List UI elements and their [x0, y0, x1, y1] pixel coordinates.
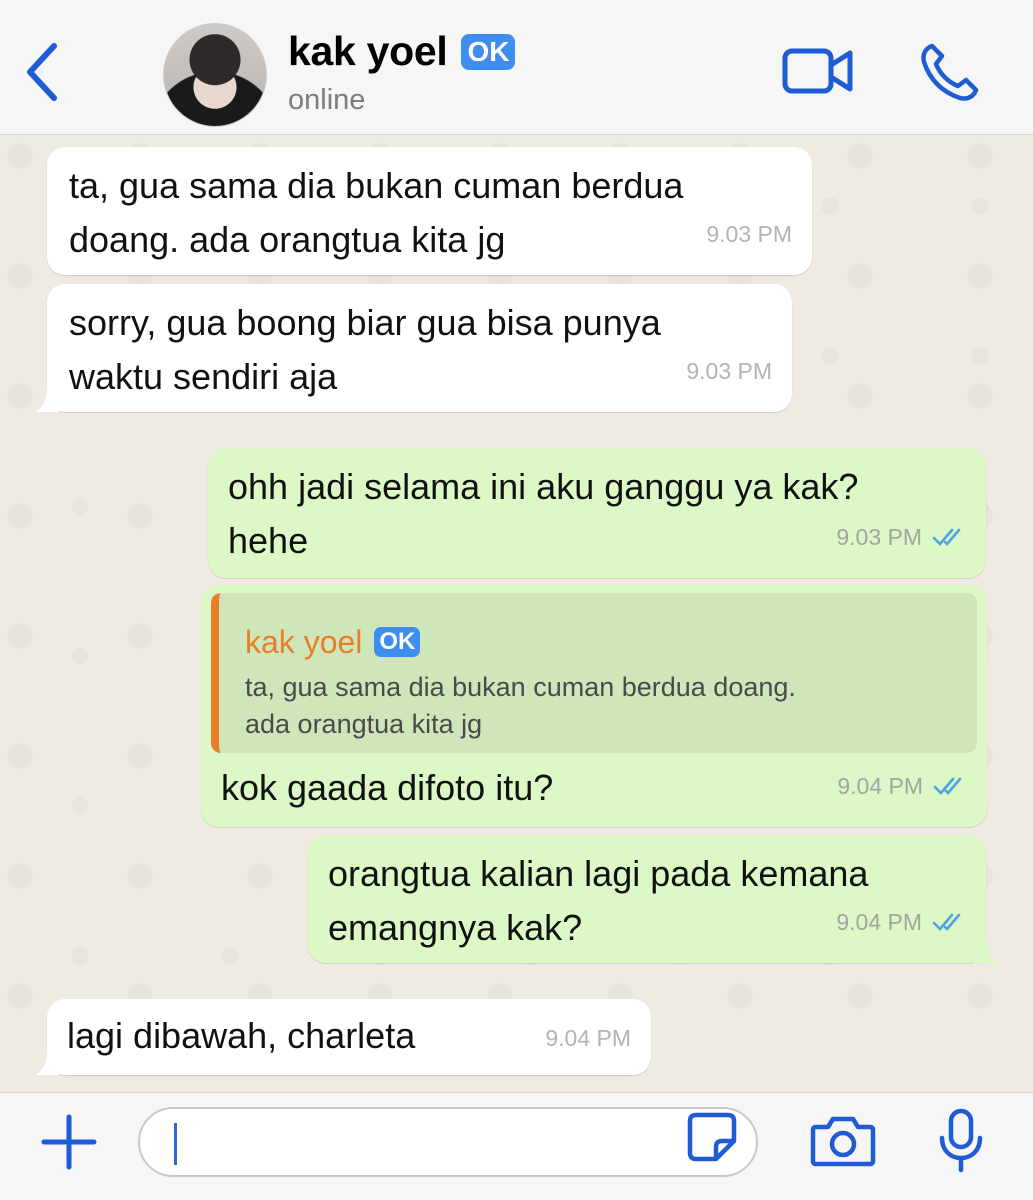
contact-status: online — [288, 84, 366, 116]
message-bubble-incoming[interactable]: lagi dibawah, charleta 9.04 PM — [35, 999, 651, 1075]
plus-icon[interactable] — [40, 1113, 98, 1171]
video-call-icon[interactable] — [782, 45, 854, 97]
phone-call-icon[interactable] — [918, 42, 980, 102]
message-bubble-outgoing[interactable]: orangtua kalian lagi pada kemana emangny… — [308, 835, 998, 963]
double-check-read-icon — [932, 913, 961, 931]
quoted-text: ta, gua sama dia bukan cuman berdua doan… — [245, 672, 796, 739]
contact-name-row[interactable]: kak yoel OK — [288, 28, 516, 75]
sticker-icon[interactable] — [686, 1111, 738, 1163]
quoted-message[interactable]: kak yoel OK ta, gua sama dia bukan cuman… — [211, 593, 977, 753]
message-time: 9.03 PM — [836, 524, 922, 550]
avatar[interactable] — [163, 23, 267, 127]
message-text: sorry, gua boong biar gua bisa punya wak… — [69, 302, 661, 397]
chat-header: kak yoel OK online — [0, 0, 1033, 135]
message-bubble-outgoing-reply[interactable]: kak yoel OK ta, gua sama dia bukan cuman… — [201, 585, 987, 827]
text-caret — [174, 1123, 177, 1165]
bubble-tail — [974, 937, 998, 963]
chat-area[interactable]: ta, gua sama dia bukan cuman berdua doan… — [0, 136, 1033, 1092]
composer-bar — [0, 1092, 1033, 1200]
microphone-icon[interactable] — [938, 1108, 984, 1174]
quoted-sender-name: kak yoel — [245, 624, 363, 660]
message-time: 9.04 PM — [837, 773, 923, 799]
message-bubble-incoming[interactable]: sorry, gua boong biar gua bisa punya wak… — [35, 284, 792, 412]
message-time: 9.04 PM — [545, 1025, 631, 1051]
message-text: ta, gua sama dia bukan cuman berdua doan… — [69, 165, 684, 260]
double-check-read-icon — [933, 777, 962, 795]
bubble-tail — [35, 1049, 59, 1075]
message-time: 9.04 PM — [836, 909, 922, 935]
ok-badge: OK — [374, 627, 421, 657]
bubble-tail — [35, 386, 59, 412]
camera-icon[interactable] — [810, 1113, 876, 1169]
message-bubble-incoming[interactable]: ta, gua sama dia bukan cuman berdua doan… — [47, 147, 812, 275]
message-time: 9.03 PM — [706, 221, 792, 247]
ok-badge: OK — [461, 33, 516, 70]
double-check-read-icon — [932, 528, 961, 546]
message-input[interactable] — [138, 1107, 758, 1177]
contact-name: kak yoel — [288, 28, 448, 74]
message-time: 9.03 PM — [686, 358, 772, 384]
message-bubble-outgoing[interactable]: ohh jadi selama ini aku ganggu ya kak? h… — [208, 448, 986, 578]
message-text: kok gaada difoto itu? — [221, 767, 554, 808]
back-chevron-icon[interactable] — [22, 40, 62, 104]
